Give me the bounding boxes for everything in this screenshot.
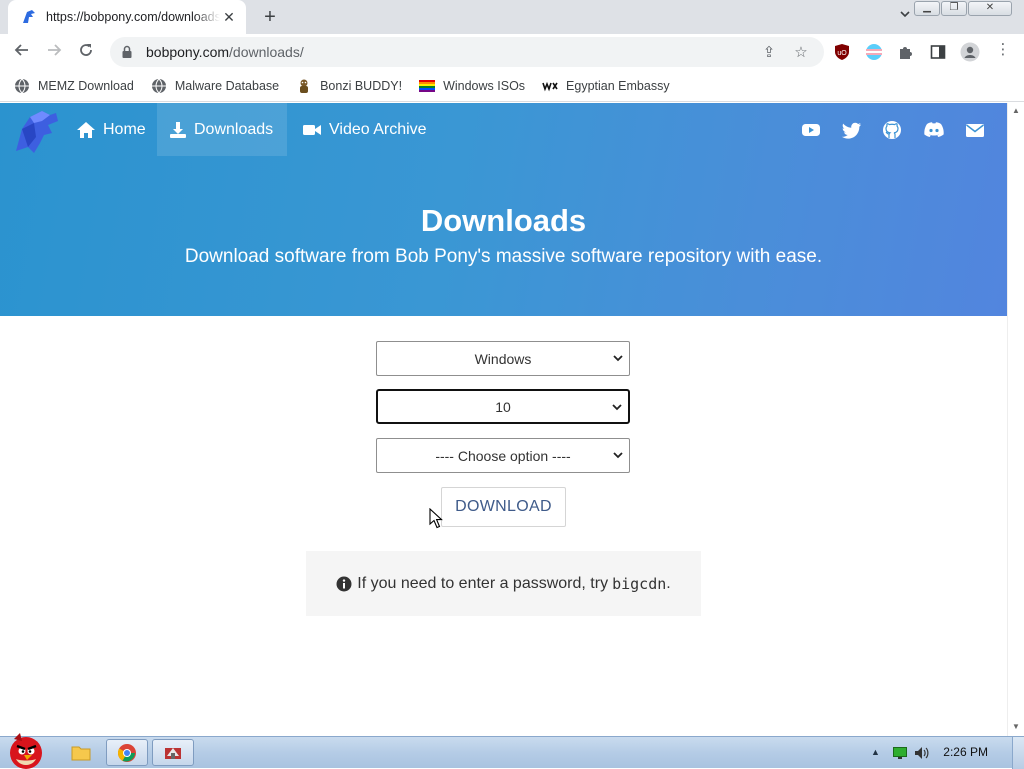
youtube-icon[interactable]: [800, 119, 822, 141]
minimize-button[interactable]: ▁: [914, 1, 940, 16]
chrome-icon: [117, 743, 136, 762]
chevron-down-icon: [613, 355, 623, 362]
page-scrollbar[interactable]: ▲ ▼: [1007, 103, 1024, 736]
taskbar-clock[interactable]: 2:26 PM: [943, 745, 988, 759]
reload-button[interactable]: [74, 41, 98, 63]
github-icon[interactable]: [881, 119, 903, 141]
site-navbar: Home Downloads Video Archive: [0, 103, 1007, 156]
browser-toolbar: bobpony.com/downloads/ ⇪ ☆ uO ⋮: [0, 34, 1024, 70]
browser-tab[interactable]: https://bobpony.com/downloads/ ✕: [8, 0, 246, 34]
ublock-icon[interactable]: uO: [833, 43, 851, 61]
arrow-right-icon: [48, 44, 62, 56]
nav-home[interactable]: Home: [64, 103, 158, 156]
nav-video-archive[interactable]: Video Archive: [290, 103, 439, 156]
address-bar[interactable]: bobpony.com/downloads/ ⇪ ☆: [110, 37, 824, 67]
discord-icon[interactable]: [922, 119, 946, 141]
password-note: If you need to enter a password, try big…: [306, 551, 701, 616]
chevron-down-icon: [900, 11, 910, 18]
page-subtitle: Download software from Bob Pony's massiv…: [184, 246, 823, 267]
start-button-angry-bird-icon[interactable]: [2, 731, 50, 769]
page-title: Downloads: [420, 203, 587, 238]
volume-icon[interactable]: [914, 746, 930, 760]
lock-icon: [122, 45, 132, 58]
restore-button[interactable]: ❐: [941, 1, 967, 16]
new-tab-button[interactable]: +: [258, 6, 282, 28]
bobpony-favicon-icon: [23, 10, 35, 23]
password-code: bigcdn: [612, 574, 667, 593]
bookmark-memz[interactable]: MEMZ Download: [14, 78, 134, 94]
twitter-icon[interactable]: [841, 119, 863, 141]
bonzi-icon: [300, 79, 309, 93]
network-icon[interactable]: [893, 747, 907, 759]
tab-title: https://bobpony.com/downloads/: [46, 10, 220, 24]
tab-search-button[interactable]: [895, 8, 915, 26]
share-icon[interactable]: ⇪: [760, 44, 778, 62]
bookmark-egyptian-embassy[interactable]: Egyptian Embassy: [542, 78, 670, 94]
app-icon: [165, 747, 181, 759]
folder-icon: [71, 746, 91, 760]
chevron-down-icon: [613, 452, 623, 459]
svg-text:uO: uO: [837, 50, 847, 57]
chevron-down-icon: [612, 404, 622, 411]
taskbar-chrome[interactable]: [106, 739, 148, 766]
menu-dots-icon[interactable]: ⋮: [994, 41, 1012, 59]
video-icon: [303, 124, 321, 135]
forward-button[interactable]: [42, 41, 66, 63]
reload-icon: [80, 44, 92, 56]
bookmark-bonzi-buddy[interactable]: Bonzi BUDDY!: [296, 78, 402, 94]
mail-icon[interactable]: [964, 119, 986, 141]
tab-close-icon[interactable]: ✕: [220, 8, 238, 26]
globe-icon: [15, 78, 29, 93]
taskbar: ▲ 2:26 PM: [0, 733, 1024, 769]
bookmarks-bar: MEMZ Download Malware Database Bonzi BUD…: [0, 70, 1024, 102]
globe-icon: [151, 78, 166, 93]
nav-downloads[interactable]: Downloads: [157, 103, 287, 156]
arrow-left-icon: [14, 44, 28, 56]
download-button[interactable]: DOWNLOAD: [441, 487, 566, 527]
taskbar-explorer[interactable]: [62, 739, 100, 766]
version-select[interactable]: 10: [376, 389, 630, 424]
bookmark-windows-isos[interactable]: Windows ISOs: [419, 78, 525, 94]
url-text: bobpony.com/downloads/: [146, 44, 304, 60]
scroll-up-arrow-icon[interactable]: ▲: [1012, 106, 1020, 115]
taskbar-app[interactable]: [152, 739, 194, 766]
scroll-down-arrow-icon[interactable]: ▼: [1012, 722, 1020, 731]
extension-flag-icon[interactable]: [865, 43, 883, 61]
rainbow-flag-icon: [419, 79, 436, 92]
side-panel-icon[interactable]: [929, 43, 947, 61]
show-desktop-button[interactable]: [1012, 737, 1024, 769]
bookmark-malware-database[interactable]: Malware Database: [151, 78, 279, 94]
tray-expand-icon[interactable]: ▲: [871, 747, 880, 757]
bobpony-logo-icon[interactable]: [12, 107, 62, 157]
back-button[interactable]: [10, 41, 34, 63]
download-icon: [170, 121, 186, 138]
extensions-puzzle-icon[interactable]: [897, 43, 915, 61]
bookmark-star-icon[interactable]: ☆: [792, 44, 810, 62]
option-select[interactable]: ---- Choose option ----: [376, 438, 630, 473]
hero-banner: Home Downloads Video Archive Downloads D…: [0, 103, 1007, 316]
info-icon: [336, 576, 352, 591]
tab-strip: https://bobpony.com/downloads/ ✕ + ▁ ❐ ✕: [0, 0, 1024, 34]
wix-icon: [542, 81, 558, 91]
close-window-button[interactable]: ✕: [968, 1, 1012, 16]
home-icon: [77, 121, 95, 138]
web-page: Home Downloads Video Archive Downloads D…: [0, 103, 1007, 736]
profile-avatar-icon[interactable]: [960, 42, 980, 62]
os-select[interactable]: Windows: [376, 341, 630, 376]
